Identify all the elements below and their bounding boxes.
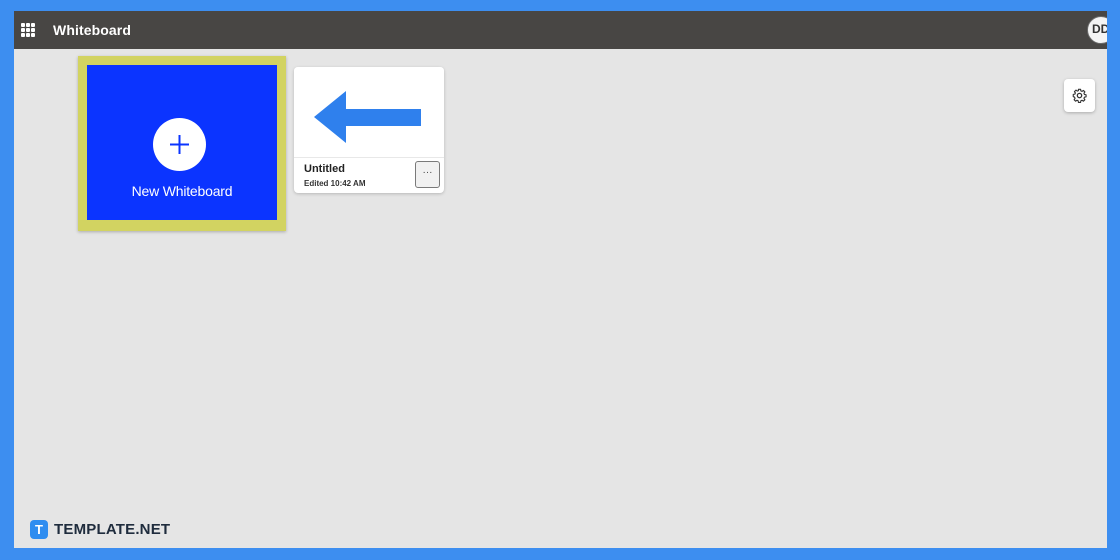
waffle-icon[interactable] bbox=[21, 23, 35, 37]
gear-icon bbox=[1072, 88, 1087, 103]
app-title: Whiteboard bbox=[53, 22, 131, 38]
highlight-box: New Whiteboard bbox=[78, 56, 286, 231]
template-watermark: T TEMPLATE.NET bbox=[30, 520, 170, 539]
plus-icon bbox=[170, 135, 189, 154]
avatar[interactable]: DD bbox=[1087, 16, 1107, 44]
new-whiteboard-button[interactable]: New Whiteboard bbox=[87, 65, 277, 220]
template-brand-text: TEMPLATE.NET bbox=[54, 521, 171, 538]
card-edited-time: Edited 10:42 AM bbox=[304, 179, 366, 188]
add-circle bbox=[153, 118, 206, 171]
app-window: Whiteboard DD New Whiteboard Untitled Ed… bbox=[14, 11, 1107, 548]
whiteboard-card[interactable]: Untitled Edited 10:42 AM ··· bbox=[294, 67, 444, 193]
settings-button[interactable] bbox=[1064, 79, 1095, 112]
app-bar: Whiteboard DD bbox=[14, 11, 1107, 49]
more-options-button[interactable]: ··· bbox=[415, 161, 440, 188]
card-thumbnail bbox=[294, 67, 444, 157]
card-divider bbox=[294, 157, 444, 158]
new-whiteboard-label: New Whiteboard bbox=[131, 183, 233, 199]
card-title: Untitled bbox=[304, 163, 345, 175]
left-arrow-icon bbox=[314, 91, 421, 143]
template-logo-icon: T bbox=[30, 520, 48, 539]
